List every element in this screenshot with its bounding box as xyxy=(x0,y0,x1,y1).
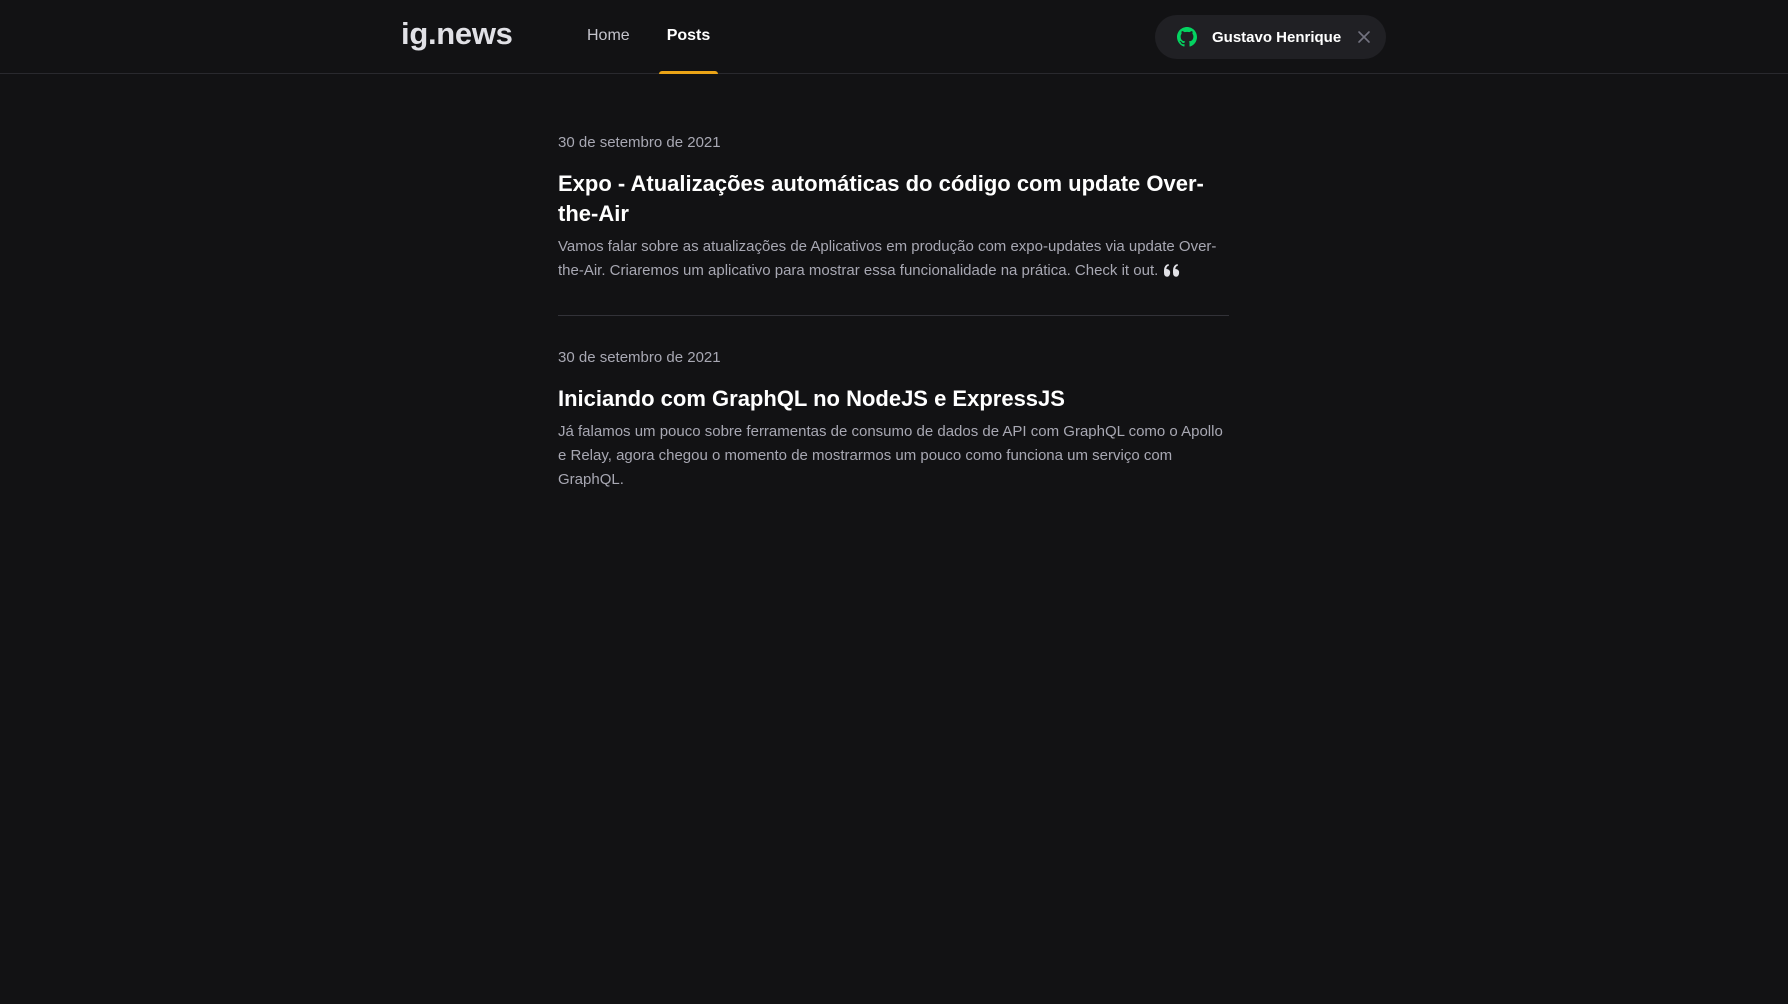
post-excerpt: Vamos falar sobre as atualizações de Apl… xyxy=(558,235,1229,283)
quote-icon xyxy=(1164,264,1180,277)
nav-posts-link[interactable]: Posts xyxy=(658,0,719,74)
post-title[interactable]: Expo - Atualizações automáticas do códig… xyxy=(558,169,1229,229)
post-excerpt-text: Vamos falar sobre as atualizações de Apl… xyxy=(558,238,1217,279)
header: ig.news Home Posts Gustavo Henrique xyxy=(0,0,1788,74)
nav-home-link[interactable]: Home xyxy=(579,0,638,74)
post-date: 30 de setembro de 2021 xyxy=(558,134,721,151)
post-item[interactable]: 30 de setembro de 2021 Iniciando com Gra… xyxy=(558,315,1229,524)
main-nav: Home Posts xyxy=(579,0,739,74)
post-title[interactable]: Iniciando com GraphQL no NodeJS e Expres… xyxy=(558,384,1229,414)
logo[interactable]: ig.news xyxy=(401,16,513,52)
posts-list: 30 de setembro de 2021 Expo - Atualizaçõ… xyxy=(558,130,1229,524)
post-date: 30 de setembro de 2021 xyxy=(558,349,721,366)
post-item[interactable]: 30 de setembro de 2021 Expo - Atualizaçõ… xyxy=(558,130,1229,315)
github-icon xyxy=(1177,27,1197,47)
close-icon[interactable] xyxy=(1357,30,1371,44)
github-user-button[interactable]: Gustavo Henrique xyxy=(1155,15,1386,59)
post-excerpt: Já falamos um pouco sobre ferramentas de… xyxy=(558,423,1223,488)
user-name: Gustavo Henrique xyxy=(1212,28,1342,46)
header-content: ig.news Home Posts Gustavo Henrique xyxy=(401,0,1386,74)
